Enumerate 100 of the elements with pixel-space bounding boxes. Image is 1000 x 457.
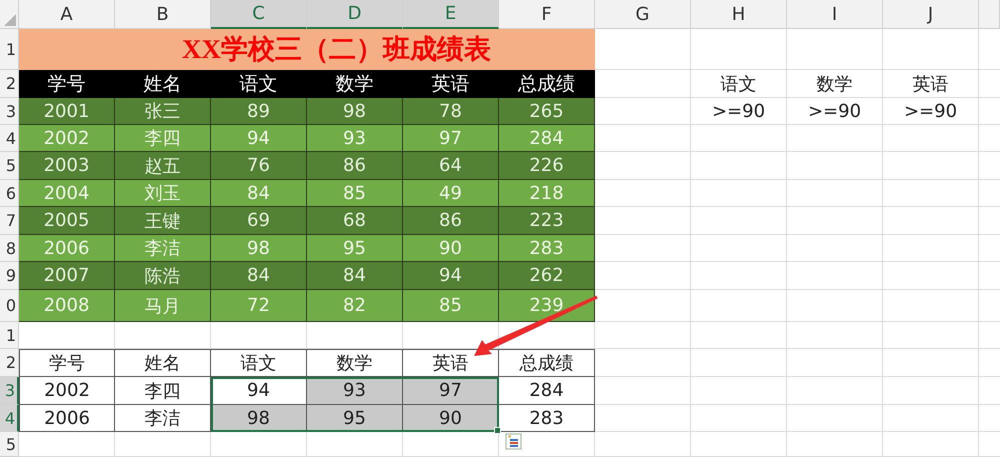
table-cell: 李洁 xyxy=(115,405,211,432)
criteria-cell: 数学 xyxy=(787,70,883,98)
table-cell: 49 xyxy=(403,180,499,207)
table-cell: 72 xyxy=(211,290,307,322)
column-heading: 英语 xyxy=(403,70,499,98)
paste-options-icon[interactable] xyxy=(506,434,522,450)
column-header[interactable]: D xyxy=(307,0,403,29)
row-header[interactable]: 2 xyxy=(0,70,19,98)
column-heading: 总成绩 xyxy=(499,349,595,377)
column-header[interactable]: G xyxy=(595,0,691,29)
criteria-cell: >=90 xyxy=(691,98,787,125)
column-header[interactable]: A xyxy=(19,0,115,29)
table-cell: 97 xyxy=(403,125,499,152)
table-cell: 张三 xyxy=(115,98,211,125)
column-heading: 数学 xyxy=(307,70,403,98)
row-header[interactable]: 4 xyxy=(0,405,19,432)
column-header[interactable] xyxy=(979,0,1000,29)
table-cell: 262 xyxy=(499,262,595,290)
table-cell: 93 xyxy=(307,125,403,152)
table-cell: 284 xyxy=(499,377,595,405)
table-cell: 2002 xyxy=(19,125,115,152)
table-cell: 84 xyxy=(307,262,403,290)
table-cell: 2003 xyxy=(19,152,115,180)
column-header[interactable]: J xyxy=(883,0,979,29)
table-cell: 2001 xyxy=(19,98,115,125)
table-cell: 85 xyxy=(307,180,403,207)
column-heading: 姓名 xyxy=(115,70,211,98)
column-heading: 总成绩 xyxy=(499,70,595,98)
table-cell: 2002 xyxy=(19,377,115,405)
table-cell: 82 xyxy=(307,290,403,322)
table-cell: 95 xyxy=(307,405,403,432)
row-header[interactable]: 5 xyxy=(0,152,19,180)
table-cell: 283 xyxy=(499,235,595,262)
column-header[interactable]: B xyxy=(115,0,211,29)
row-header[interactable]: 8 xyxy=(0,235,19,262)
criteria-cell: >=90 xyxy=(787,98,883,125)
criteria-cell: 语文 xyxy=(691,70,787,98)
table-cell: 赵五 xyxy=(115,152,211,180)
table-cell: 2006 xyxy=(19,405,115,432)
table-cell: 98 xyxy=(211,405,307,432)
table-cell: 98 xyxy=(211,235,307,262)
table-cell: 李洁 xyxy=(115,235,211,262)
table-cell: 284 xyxy=(499,125,595,152)
table-cell: 90 xyxy=(403,235,499,262)
column-header[interactable]: I xyxy=(787,0,883,29)
table-cell: 94 xyxy=(403,262,499,290)
row-header[interactable]: 2 xyxy=(0,349,19,377)
column-header[interactable]: E xyxy=(403,0,499,29)
row-header[interactable]: 3 xyxy=(0,377,19,405)
table-cell: 78 xyxy=(403,98,499,125)
table-cell: 226 xyxy=(499,152,595,180)
table-cell: 89 xyxy=(211,98,307,125)
row-header[interactable]: 1 xyxy=(0,29,19,70)
table-cell: 97 xyxy=(403,377,499,405)
column-heading: 语文 xyxy=(211,349,307,377)
column-header[interactable]: H xyxy=(691,0,787,29)
table-cell: 2007 xyxy=(19,262,115,290)
row-header[interactable]: 6 xyxy=(0,180,19,207)
table-cell: 69 xyxy=(211,207,307,235)
criteria-cell: >=90 xyxy=(883,98,979,125)
row-header[interactable]: 4 xyxy=(0,125,19,152)
table-cell: 84 xyxy=(211,180,307,207)
table-cell: 223 xyxy=(499,207,595,235)
sheet-title: XX学校三（二）班成绩表 xyxy=(19,29,595,70)
table-cell: 2005 xyxy=(19,207,115,235)
table-cell: 86 xyxy=(403,207,499,235)
table-cell: 2004 xyxy=(19,180,115,207)
table-cell: 陈浩 xyxy=(115,262,211,290)
table-cell: 265 xyxy=(499,98,595,125)
column-header[interactable]: F xyxy=(499,0,595,29)
table-cell: 马月 xyxy=(115,290,211,322)
column-heading: 数学 xyxy=(307,349,403,377)
row-header[interactable]: 3 xyxy=(0,98,19,125)
table-cell: 64 xyxy=(403,152,499,180)
table-cell: 李四 xyxy=(115,125,211,152)
column-heading: 语文 xyxy=(211,70,307,98)
table-cell: 2006 xyxy=(19,235,115,262)
row-header[interactable]: 5 xyxy=(0,432,19,457)
table-cell: 76 xyxy=(211,152,307,180)
table-cell: 86 xyxy=(307,152,403,180)
column-header[interactable]: C xyxy=(211,0,307,29)
row-header[interactable]: 1 xyxy=(0,322,19,349)
table-cell: 刘玉 xyxy=(115,180,211,207)
table-cell: 68 xyxy=(307,207,403,235)
column-heading: 姓名 xyxy=(115,349,211,377)
column-heading: 学号 xyxy=(19,70,115,98)
table-cell: 王键 xyxy=(115,207,211,235)
table-cell: 239 xyxy=(499,290,595,322)
table-cell: 93 xyxy=(307,377,403,405)
table-cell: 85 xyxy=(403,290,499,322)
table-cell: 98 xyxy=(307,98,403,125)
table-cell: 84 xyxy=(211,262,307,290)
row-header[interactable]: 7 xyxy=(0,207,19,235)
column-heading: 学号 xyxy=(19,349,115,377)
row-header[interactable]: 9 xyxy=(0,262,19,290)
table-cell: 94 xyxy=(211,125,307,152)
table-cell: 2008 xyxy=(19,290,115,322)
table-cell: 218 xyxy=(499,180,595,207)
table-cell: 90 xyxy=(403,405,499,432)
row-header[interactable]: 0 xyxy=(0,290,19,322)
